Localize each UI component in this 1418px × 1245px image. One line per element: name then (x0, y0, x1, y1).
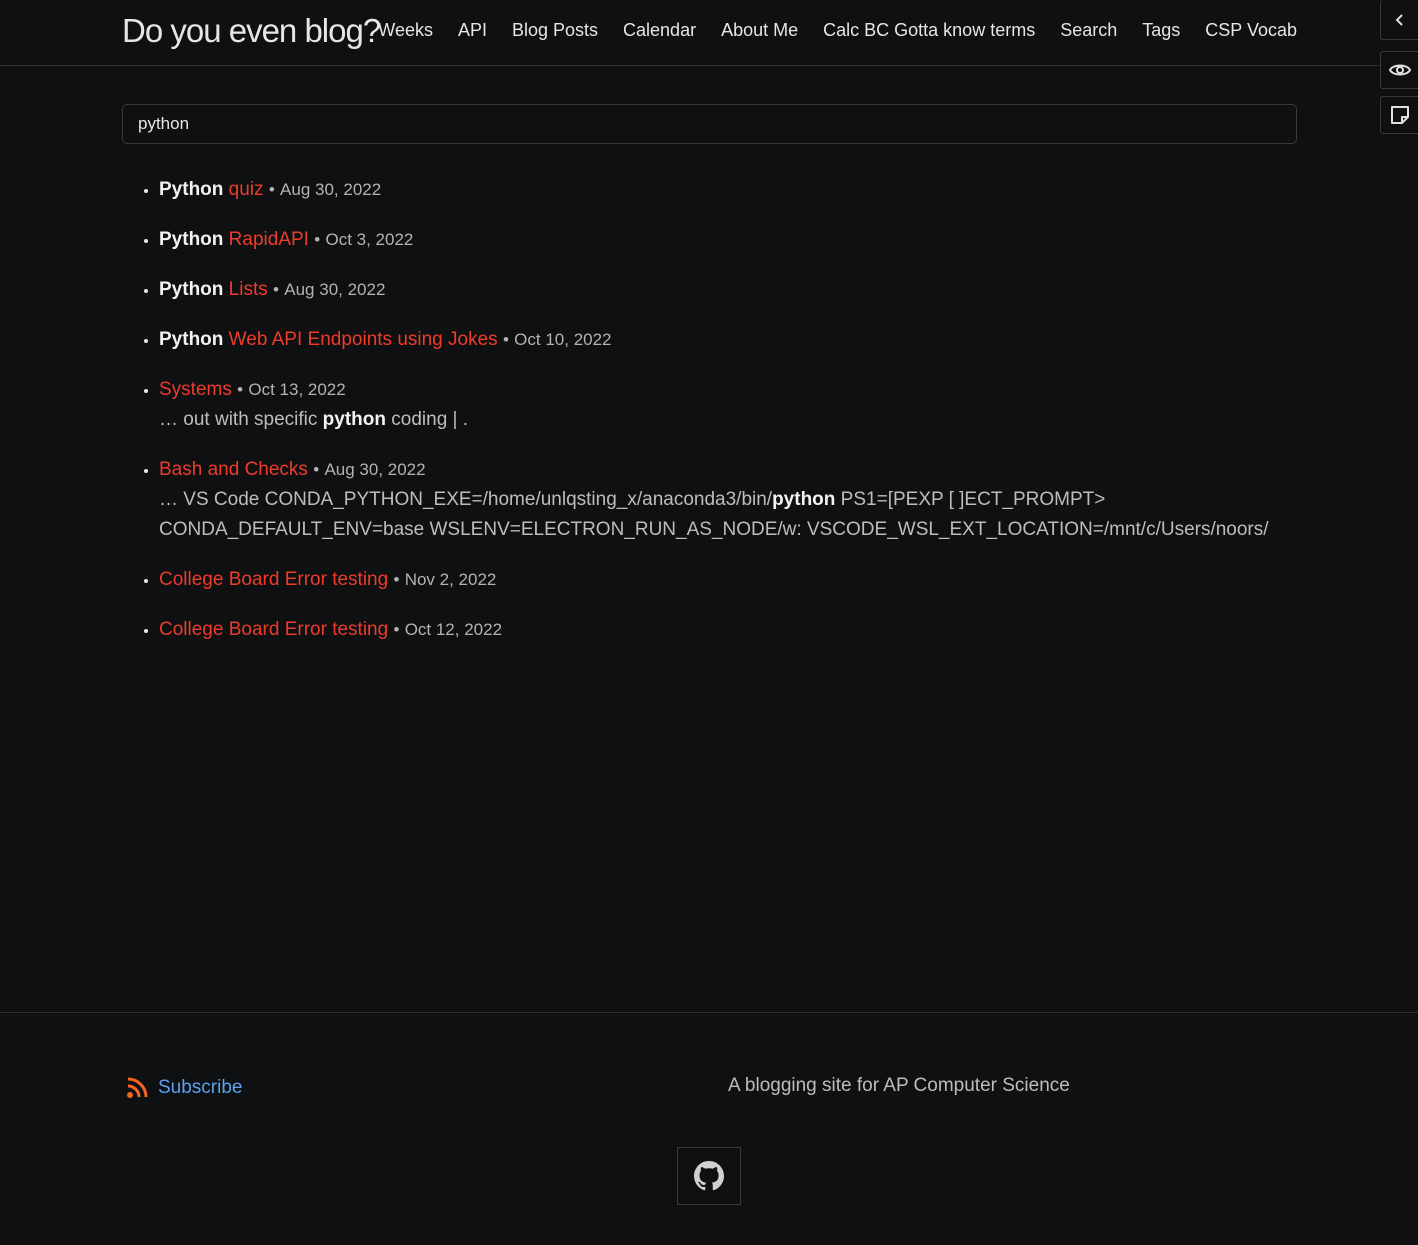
result-date-sep: • (268, 180, 275, 199)
nav-link-weeks[interactable]: Weeks (378, 20, 433, 41)
site-title[interactable]: Do you even blog? (122, 12, 381, 50)
note-icon (1390, 106, 1409, 124)
excerpt-highlight: python (322, 409, 386, 430)
result-date: Aug 30, 2022 (280, 180, 382, 199)
search-results: Python quiz • Aug 30, 2022 Python RapidA… (122, 175, 1297, 665)
result-item: Python Lists • Aug 30, 2022 (159, 275, 1297, 305)
result-item: College Board Error testing • Nov 2, 202… (159, 565, 1297, 595)
subscribe-link[interactable]: Subscribe (126, 1077, 243, 1099)
result-date-sep: • (313, 460, 320, 479)
result-title-link[interactable]: quiz (229, 179, 264, 200)
site-header: Do you even blog? Weeks API Blog Posts C… (0, 0, 1418, 66)
nav-link-api[interactable]: API (458, 20, 487, 41)
result-item: Python quiz • Aug 30, 2022 (159, 175, 1297, 205)
nav-link-csp-vocab[interactable]: CSP Vocab (1205, 20, 1297, 41)
result-highlight: Python (159, 179, 224, 200)
result-item: Bash and Checks • Aug 30, 2022 … VS Code… (159, 455, 1297, 545)
eye-icon (1388, 64, 1411, 76)
nav-link-blog-posts[interactable]: Blog Posts (512, 20, 598, 41)
result-date: Oct 13, 2022 (248, 380, 346, 399)
rss-icon (127, 1077, 148, 1098)
result-date: Oct 3, 2022 (325, 230, 414, 249)
result-title-link[interactable]: Lists (229, 279, 268, 300)
result-title-link[interactable]: College Board Error testing (159, 569, 388, 590)
result-date: Oct 12, 2022 (404, 620, 503, 639)
result-item: Systems • Oct 13, 2022 … out with specif… (159, 375, 1297, 435)
result-date: Oct 10, 2022 (514, 330, 612, 349)
result-date-sep: • (393, 620, 400, 639)
excerpt-text-after: coding | . (386, 409, 469, 430)
result-excerpt: … out with specific python coding | . (159, 405, 1297, 435)
result-title-link[interactable]: Systems (159, 379, 232, 400)
result-title-link[interactable]: Web API Endpoints using Jokes (229, 329, 498, 350)
result-highlight: Python (159, 229, 224, 250)
chevron-left-icon (1395, 13, 1403, 26)
nav-link-calc-bc-terms[interactable]: Calc BC Gotta know terms (823, 20, 1035, 41)
result-excerpt: … VS Code CONDA_PYTHON_EXE=/home/unlqsti… (159, 485, 1297, 545)
result-highlight: Python (159, 329, 224, 350)
result-item: Python RapidAPI • Oct 3, 2022 (159, 225, 1297, 255)
nav-link-tags[interactable]: Tags (1142, 20, 1180, 41)
result-title-link[interactable]: RapidAPI (229, 229, 309, 250)
page: Do you even blog? Weeks API Blog Posts C… (0, 0, 1418, 1245)
result-date-sep: • (393, 570, 400, 589)
site-tagline: A blogging site for AP Computer Science (728, 1075, 1070, 1096)
result-date-sep: • (237, 380, 244, 399)
annotation-visibility-button[interactable] (1380, 51, 1418, 89)
excerpt-text-before: … VS Code CONDA_PYTHON_EXE=/home/unlqsti… (159, 489, 773, 510)
nav-link-about-me[interactable]: About Me (721, 20, 798, 41)
result-date-sep: • (273, 280, 279, 299)
excerpt-text-before: … out with specific (159, 409, 323, 430)
result-date: Nov 2, 2022 (404, 570, 497, 589)
new-note-button[interactable] (1380, 96, 1418, 134)
main-nav: Weeks API Blog Posts Calendar About Me C… (353, 20, 1297, 41)
result-date: Aug 30, 2022 (284, 280, 386, 299)
result-item: College Board Error testing • Oct 12, 20… (159, 615, 1297, 645)
result-title-link[interactable]: Bash and Checks (159, 459, 308, 480)
result-date-sep: • (314, 230, 321, 249)
result-title-link[interactable]: College Board Error testing (159, 619, 388, 640)
github-icon (694, 1161, 724, 1191)
result-item: Python Web API Endpoints using Jokes • O… (159, 325, 1297, 355)
result-highlight: Python (159, 279, 224, 300)
subscribe-label: Subscribe (158, 1077, 243, 1098)
github-link[interactable] (677, 1147, 741, 1205)
result-date: Aug 30, 2022 (324, 460, 426, 479)
nav-link-calendar[interactable]: Calendar (623, 20, 696, 41)
excerpt-highlight: python (772, 489, 836, 510)
search-input[interactable] (122, 104, 1297, 144)
result-date-sep: • (502, 330, 509, 349)
nav-link-search[interactable]: Search (1060, 20, 1117, 41)
site-footer: Subscribe A blogging site for AP Compute… (0, 1012, 1418, 1245)
collapse-sidebar-button[interactable] (1380, 0, 1418, 40)
